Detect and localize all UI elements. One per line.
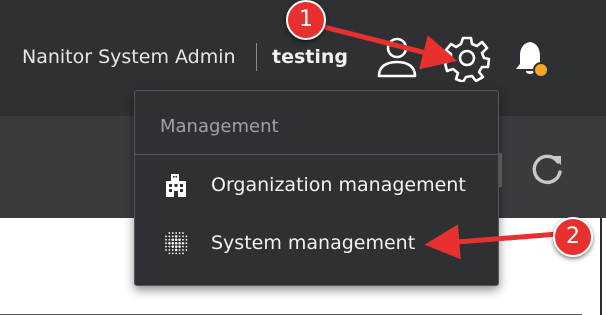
- refresh-icon[interactable]: [528, 150, 566, 188]
- building-icon: [163, 172, 189, 198]
- step-callout-1: 1: [286, 0, 326, 40]
- toolbar-divider: [499, 153, 502, 187]
- menu-item-organization-management[interactable]: Organization management: [135, 157, 498, 213]
- user-name-label: Nanitor System Admin: [22, 46, 236, 68]
- dropdown-divider: [135, 154, 498, 155]
- menu-item-system-management[interactable]: System management: [135, 215, 498, 271]
- header-divider: [256, 43, 257, 71]
- content-right-border: [600, 218, 602, 315]
- step-callout-2: 2: [553, 217, 593, 257]
- menu-item-label: System management: [211, 232, 416, 254]
- bell-icon[interactable]: [510, 34, 554, 80]
- dots-grid-icon: [163, 230, 189, 256]
- management-dropdown-menu: Management Organization management Syste…: [134, 90, 499, 286]
- notification-dot: [533, 62, 549, 78]
- menu-item-label: Organization management: [211, 174, 466, 196]
- gear-icon[interactable]: [440, 32, 494, 84]
- user-icon[interactable]: [373, 34, 421, 80]
- organization-name[interactable]: testing: [272, 44, 348, 70]
- dropdown-header: Management: [160, 116, 279, 137]
